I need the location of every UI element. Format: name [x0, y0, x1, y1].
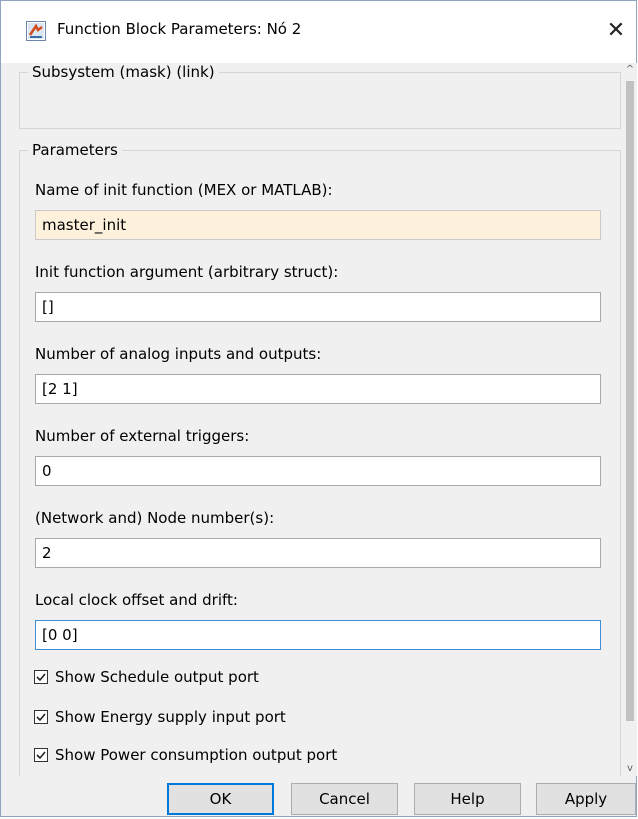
dialog-window: Function Block Parameters: Nó 2 ✕ Subsys… [0, 0, 637, 817]
dialog-content: Subsystem (mask) (link) Parameters Name … [1, 63, 623, 776]
show-power-checkbox[interactable]: Show Power consumption output port [34, 746, 337, 764]
cancel-button[interactable]: Cancel [291, 783, 398, 815]
show-energy-checkbox[interactable]: Show Energy supply input port [34, 708, 286, 726]
init-argument-label: Init function argument (arbitrary struct… [35, 263, 339, 281]
show-schedule-label: Show Schedule output port [55, 668, 259, 686]
clock-offset-input[interactable]: [0 0] [35, 620, 601, 650]
scroll-down-icon[interactable]: v [623, 762, 637, 776]
scroll-thumb[interactable] [626, 81, 634, 721]
init-function-input[interactable]: master_init [35, 210, 601, 240]
init-argument-input[interactable]: [] [35, 292, 601, 322]
apply-button[interactable]: Apply [536, 783, 636, 815]
show-energy-label: Show Energy supply input port [55, 708, 286, 726]
subsystem-legend: Subsystem (mask) (link) [32, 63, 215, 81]
clock-offset-label: Local clock offset and drift: [35, 591, 238, 609]
external-triggers-input[interactable]: 0 [35, 456, 601, 486]
simulink-block-icon [26, 21, 46, 41]
subsystem-group: Subsystem (mask) (link) [19, 63, 621, 129]
external-triggers-label: Number of external triggers: [35, 427, 250, 445]
ok-button[interactable]: OK [167, 783, 274, 815]
show-schedule-checkbox[interactable]: Show Schedule output port [34, 668, 259, 686]
help-button[interactable]: Help [414, 783, 521, 815]
scroll-up-icon[interactable]: ^ [623, 63, 637, 77]
checkbox-checked-icon[interactable] [34, 670, 48, 684]
window-title: Function Block Parameters: Nó 2 [57, 20, 302, 38]
parameters-legend: Parameters [32, 141, 118, 159]
show-power-label: Show Power consumption output port [55, 746, 338, 764]
button-bar: OK Cancel Help Apply [1, 783, 636, 819]
init-function-label: Name of init function (MEX or MATLAB): [35, 181, 333, 199]
checkbox-checked-icon[interactable] [34, 710, 48, 724]
checkbox-checked-icon[interactable] [34, 748, 48, 762]
vertical-scrollbar[interactable]: ^ v [623, 63, 637, 776]
node-number-input[interactable]: 2 [35, 538, 601, 568]
title-bar: Function Block Parameters: Nó 2 ✕ [1, 1, 636, 63]
node-number-label: (Network and) Node number(s): [35, 509, 275, 527]
analog-io-input[interactable]: [2 1] [35, 374, 601, 404]
analog-io-label: Number of analog inputs and outputs: [35, 345, 322, 363]
close-icon[interactable]: ✕ [596, 11, 636, 51]
